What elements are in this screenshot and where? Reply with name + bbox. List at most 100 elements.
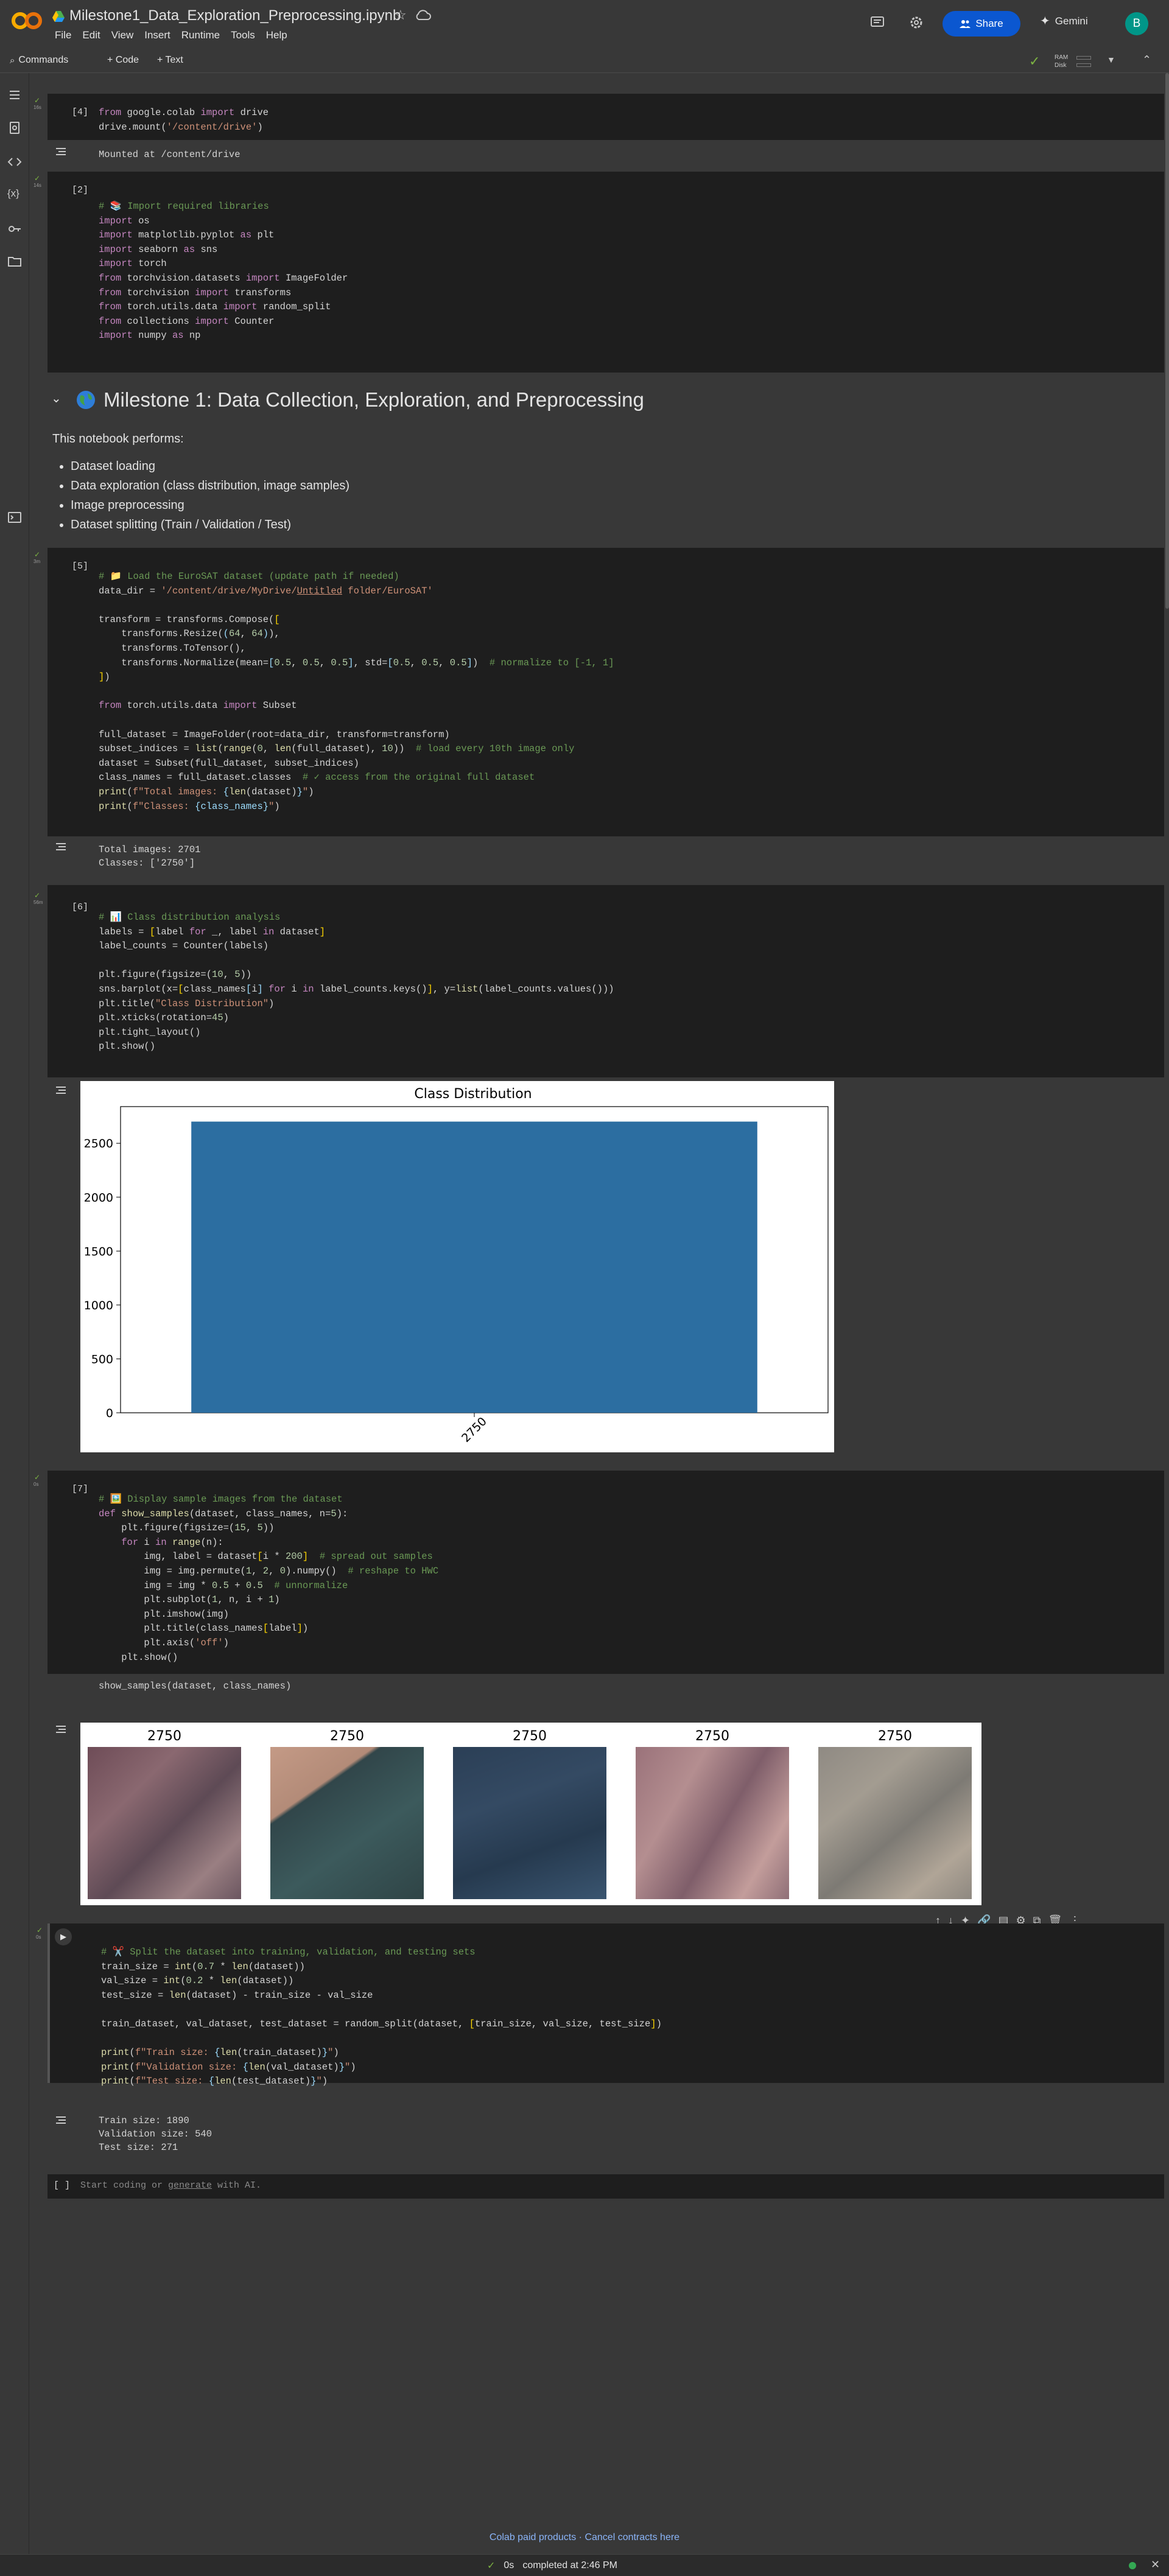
output-toggle-icon[interactable] (54, 841, 68, 852)
heading-text: Milestone 1: Data Collection, Exploratio… (104, 388, 644, 411)
sample-image (818, 1747, 972, 1899)
settings-gear-icon[interactable] (907, 13, 925, 32)
find-replace-icon[interactable] (7, 121, 22, 135)
share-label: Share (975, 18, 1003, 29)
exec-count: [7] (72, 1484, 89, 1494)
code-cell-imports[interactable]: ✓ 14s [2] # 📚 Import required libraries i… (33, 172, 1164, 373)
menu-view[interactable]: View (106, 29, 139, 41)
class-distribution-chart: Class Distribution 050010001500200025002… (80, 1081, 834, 1452)
y-tick-label: 0 (106, 1407, 113, 1420)
code-snippets-icon[interactable] (7, 155, 22, 169)
left-sidebar: {x} (0, 73, 29, 2576)
avatar[interactable]: B (1125, 12, 1148, 35)
menu-help[interactable]: Help (261, 29, 293, 41)
sample-title: 2750 (878, 1729, 912, 1744)
exec-time: 16s (33, 105, 41, 110)
code-cell-mount-drive[interactable]: ✓ 16s [4] from google.colab import drive … (33, 94, 1164, 140)
share-people-icon (960, 20, 971, 28)
star-icon[interactable]: ☆ (395, 7, 407, 23)
exec-time: 56m (33, 900, 43, 905)
output-text: Validation size: 540 (99, 2129, 212, 2140)
code-source[interactable]: # 📁 Load the EuroSAT dataset (update pat… (99, 570, 614, 814)
feature-list: Dataset loading Data exploration (class … (71, 457, 349, 534)
sample-image (270, 1747, 424, 1899)
variables-icon[interactable]: {x} (7, 187, 22, 202)
menu-file[interactable]: File (55, 29, 77, 41)
output-text: Classes: ['2750'] (99, 858, 195, 869)
share-button[interactable]: Share (943, 11, 1020, 37)
notebook-title[interactable]: Milestone1_Data_Exploration_Preprocessin… (69, 7, 401, 24)
commands-button[interactable]: ⌕ Commands (10, 55, 68, 66)
table-of-contents-icon[interactable] (7, 88, 22, 102)
output-toggle-icon[interactable] (54, 1724, 68, 1735)
sample-images-figure: 2750 2750 2750 2750 2750 (80, 1723, 981, 1905)
status-info[interactable]: ✓ 0s completed at 2:46 PM (487, 2560, 617, 2572)
close-icon[interactable]: ✕ (1151, 2558, 1160, 2571)
terminal-icon[interactable] (7, 510, 22, 525)
success-check-icon: ✓ (34, 891, 41, 900)
generate-link[interactable]: generate (168, 2180, 212, 2191)
code-cell-class-distribution[interactable]: ✓ 56m [6] # 📊 Class distribution analysis… (33, 889, 1164, 1077)
commands-label: Commands (18, 55, 69, 65)
files-folder-icon[interactable] (7, 254, 22, 269)
code-source[interactable]: from google.colab import drive drive.mou… (99, 106, 269, 135)
chevron-down-icon[interactable]: ▼ (1107, 55, 1115, 65)
code-cell-sample-images[interactable]: ✓ 0s [7] # 🖼️ Display sample images from … (33, 1471, 1164, 1692)
menu-runtime[interactable]: Runtime (176, 29, 225, 41)
gemini-label: Gemini (1055, 15, 1088, 27)
resource-monitor[interactable]: RAM Disk (1055, 54, 1068, 69)
secrets-key-icon[interactable] (7, 222, 22, 236)
list-item: Dataset splitting (Train / Validation / … (71, 515, 349, 534)
placeholder-text: with AI. (212, 2180, 262, 2191)
list-item: Image preprocessing (71, 495, 349, 515)
code-source[interactable]: # 🖼️ Display sample images from the data… (99, 1493, 438, 1693)
chart-title: Class Distribution (414, 1087, 532, 1102)
cloud-icon[interactable] (415, 10, 431, 21)
empty-code-cell[interactable]: [ ] Start coding or generate with AI. (47, 2174, 1164, 2199)
menu-tools[interactable]: Tools (225, 29, 261, 41)
cell-output: Train size: 1890 Validation size: 540 Te… (47, 2110, 1164, 2166)
sample-title: 2750 (330, 1729, 364, 1744)
code-source[interactable]: # ✂️ Split the dataset into training, va… (101, 1945, 662, 2089)
success-check-icon: ✓ (34, 550, 41, 559)
ram-bar (1076, 56, 1091, 60)
globe-icon (77, 391, 95, 409)
code-cell-split[interactable]: ✓ 0s ▶ # ✂️ Split the dataset into traini… (36, 1923, 1164, 2087)
code-source[interactable]: # 📊 Class distribution analysis labels =… (99, 911, 614, 1054)
comments-icon[interactable] (868, 13, 886, 32)
bar (191, 1121, 757, 1413)
colab-logo-icon[interactable] (11, 11, 43, 30)
menu-edit[interactable]: Edit (77, 29, 105, 41)
output-toggle-icon[interactable] (54, 146, 68, 157)
output-toggle-icon[interactable] (54, 2115, 68, 2126)
menu-bar: File Edit View Insert Runtime Tools Help (55, 29, 293, 41)
run-cell-button[interactable]: ▶ (55, 1928, 72, 1945)
code-source[interactable]: # 📚 Import required libraries import os … (99, 200, 348, 343)
top-bar: Milestone1_Data_Exploration_Preprocessin… (0, 0, 1169, 47)
sample-title: 2750 (695, 1729, 729, 1744)
collapse-chevron-icon[interactable]: ⌄ (51, 391, 61, 406)
y-tick-label: 1500 (84, 1245, 113, 1258)
connected-check-icon: ✓ (1029, 54, 1041, 69)
add-code-button[interactable]: + Code (107, 55, 139, 66)
exec-time: 14s (33, 183, 41, 188)
chevron-up-icon[interactable]: ⌃ (1142, 54, 1151, 66)
exec-count: [5] (72, 561, 89, 572)
exec-time: 0s (36, 1934, 41, 1940)
plot-area: 050010001500200025002750 (84, 1106, 829, 1445)
disk-bar (1076, 63, 1091, 67)
gemini-button[interactable]: ✦ Gemini (1040, 13, 1088, 29)
exec-count: [6] (72, 902, 89, 912)
footer-links[interactable]: Colab paid products · Cancel contracts h… (0, 2532, 1169, 2543)
success-check-icon: ✓ (34, 174, 41, 183)
menu-insert[interactable]: Insert (139, 29, 176, 41)
cell-output: Total images: 2701 Classes: ['2750'] (47, 836, 1164, 885)
cell-placeholder[interactable]: Start coding or generate with AI. (80, 2180, 261, 2191)
sample-image (636, 1747, 789, 1899)
status-check-icon: ✓ (487, 2561, 496, 2571)
add-text-button[interactable]: + Text (157, 55, 183, 66)
ram-label: RAM (1055, 54, 1069, 61)
section-heading: Milestone 1: Data Collection, Exploratio… (75, 388, 644, 411)
exec-time: 0s (33, 1482, 39, 1487)
output-toggle-icon[interactable] (54, 1085, 68, 1096)
